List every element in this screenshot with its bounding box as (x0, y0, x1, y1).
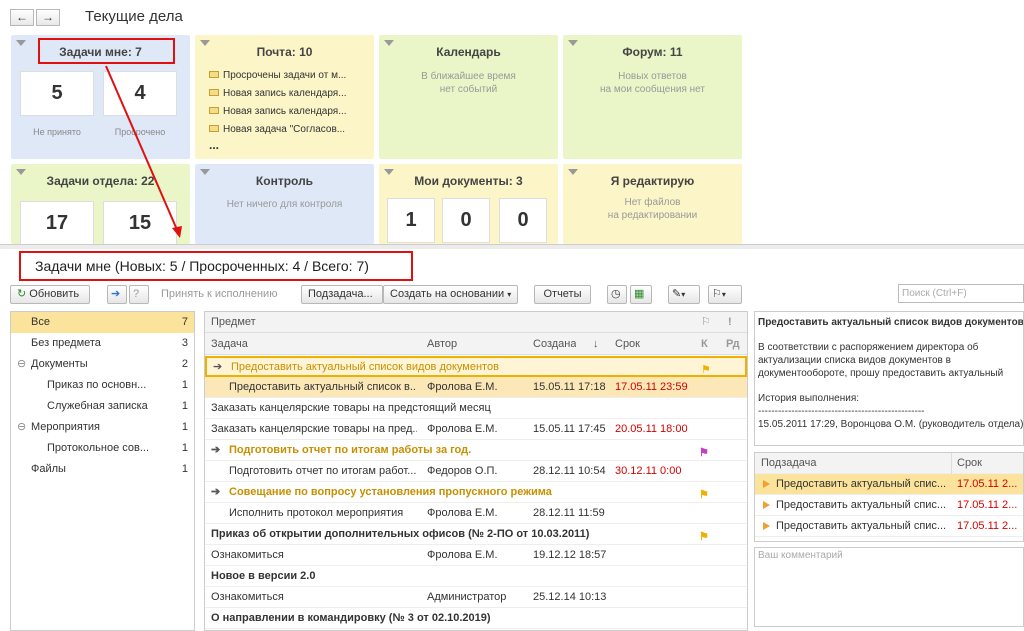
tree-item-protocol[interactable]: Протокольное сов... 1 (11, 438, 194, 459)
detail-title: Предоставить актуальный список видов док… (758, 317, 1024, 328)
reports-button[interactable]: Отчеты (534, 285, 591, 304)
comment-input[interactable]: Ваш комментарий (754, 547, 1024, 627)
flag-column-icon: ⚐ (701, 316, 711, 328)
spreadsheet-icon: ▦ (634, 288, 645, 300)
table-row-group[interactable]: О направлении в командировку (№ 3 от 02.… (205, 608, 747, 629)
table-row-group[interactable]: Заказать канцелярские товары на предстоя… (205, 398, 747, 419)
subtask-row[interactable]: Предоставить актуальный спис... 17.05.11… (755, 495, 1023, 516)
category-tree: Все 7 Без предмета 3 ⊖ Документы 2 Приказ по… (10, 311, 195, 631)
flag-yellow-icon: ⚑ (699, 489, 709, 501)
question-icon: ? (133, 288, 140, 300)
panel-splitter[interactable] (0, 244, 1024, 249)
tree-item-all[interactable]: Все 7 (11, 312, 194, 333)
accept-button[interactable]: Принять к исполнению (154, 285, 284, 304)
tree-item-events[interactable]: ⊖ Мероприятия 1 (11, 417, 194, 438)
arrow-right-icon: ➔ (213, 361, 223, 373)
subtask-arrow-icon (763, 522, 770, 530)
subtask-button[interactable]: Подзадача... (301, 285, 383, 304)
table-row-group[interactable]: Приказ об открытии дополнительных офисов… (205, 524, 747, 545)
annotation-arrow-head (172, 226, 182, 238)
collapse-toggle-icon[interactable]: ⊖ (17, 354, 26, 375)
search-input[interactable]: Поиск (Ctrl+F) (898, 284, 1024, 303)
flag-yellow-icon: ⚑ (699, 531, 709, 543)
chevron-down-icon: ▾ (681, 290, 686, 299)
tree-item-files[interactable]: Файлы 1 (11, 459, 194, 480)
column-k[interactable]: К (701, 333, 708, 355)
refresh-icon: ↻ (17, 288, 27, 300)
subtask-arrow-icon (763, 480, 770, 488)
column-subject[interactable]: Предмет (211, 312, 256, 333)
chevron-down-icon: ▾ (721, 290, 726, 299)
history-entry: 15.05.2011 17:29, Воронцова О.М. (руково… (758, 419, 1024, 430)
flag-icon: ⚐ (712, 288, 722, 300)
subtask-arrow-icon (763, 501, 770, 509)
detail-text: В соответствии с распоряжением директора… (758, 342, 1004, 379)
flag-purple-icon: ⚑ (699, 447, 709, 459)
history-label: История выполнения: (758, 393, 860, 404)
important-column-icon: ! (728, 316, 732, 328)
attach-button[interactable]: ✎▾ (668, 285, 700, 304)
table-row[interactable]: Ознакомиться Администратор 25.12.14 10:1… (205, 587, 747, 608)
tree-item-order[interactable]: Приказ по основн... 1 (11, 375, 194, 396)
refresh-button[interactable]: ↻ Обновить (10, 285, 90, 304)
flag-yellow-icon: ⚑ (701, 364, 711, 376)
chevron-down-icon: ▾ (507, 290, 512, 299)
arrow-right-icon: ➔ (211, 444, 221, 456)
subtask-row[interactable]: Предоставить актуальный спис... 17.05.11… (755, 516, 1023, 537)
subtask-row[interactable]: Предоставить актуальный спис... 17.05.11… (755, 474, 1023, 495)
table-row[interactable]: Подготовить отчет по итогам работ... Фед… (205, 461, 747, 482)
paperclip-icon: ✎ (672, 288, 682, 300)
tree-item-memo[interactable]: Служебная записка 1 (11, 396, 194, 417)
collapse-toggle-icon[interactable]: ⊖ (17, 417, 26, 438)
table-header: Задача Автор Создана ↓ Срок К Рд (205, 333, 747, 355)
history-separator: ----------------------------------------… (758, 406, 925, 417)
column-author[interactable]: Автор (427, 333, 457, 355)
table-row-group[interactable]: Новое в версии 2.0 (205, 566, 747, 587)
arrow-right-blue-icon: ➔ (111, 288, 121, 300)
column-subtask[interactable]: Подзадача (761, 453, 817, 474)
table-row[interactable]: Исполнить протокол мероприятия Фролова Е… (205, 503, 747, 524)
task-detail-panel: Предоставить актуальный список видов док… (754, 311, 1024, 446)
tasks-table: Предмет ⚐ ! Задача Автор Создана ↓ Срок … (204, 311, 748, 631)
table-row[interactable]: Предоставить актуальный список в... Фрол… (205, 377, 747, 398)
column-created[interactable]: Создана (533, 333, 576, 355)
subtasks-header: Подзадача Срок (755, 453, 1023, 474)
arrow-right-icon: ➔ (211, 486, 221, 498)
sort-desc-icon[interactable]: ↓ (593, 333, 599, 355)
section-title: Задачи мне (Новых: 5 / Просроченных: 4 /… (35, 258, 369, 274)
tree-item-no-subject[interactable]: Без предмета 3 (11, 333, 194, 354)
column-due[interactable]: Срок (615, 333, 640, 355)
subtasks-table: Подзадача Срок Предоставить актуальный с… (754, 452, 1024, 542)
open-button[interactable]: ➔ (107, 285, 127, 304)
tree-item-documents[interactable]: ⊖ Документы 2 (11, 354, 194, 375)
annotation-arrow-line (105, 65, 179, 233)
column-task[interactable]: Задача (211, 333, 248, 355)
column-subtask-due[interactable]: Срок (957, 453, 982, 474)
column-rd[interactable]: Рд (726, 333, 740, 355)
table-row-group[interactable]: ➔ Совещание по вопросу установления проп… (205, 482, 747, 503)
table-row[interactable]: Ознакомиться Фролова Е.М. 19.12.12 18:57 (205, 545, 747, 566)
spreadsheet-button[interactable]: ▦ (630, 285, 652, 304)
table-row[interactable]: Заказать канцелярские товары на пред... … (205, 419, 747, 440)
flag-menu-button[interactable]: ⚐▾ (708, 285, 742, 304)
clock-button[interactable]: ◷ (607, 285, 627, 304)
table-row-group[interactable]: ➔ Предоставить актуальный список видов д… (205, 356, 747, 377)
table-row-group[interactable]: ➔ Подготовить отчет по итогам работы за … (205, 440, 747, 461)
help-button[interactable]: ? (129, 285, 149, 304)
create-based-button[interactable]: Создать на основании ▾ (383, 285, 518, 304)
table-header-subject: Предмет ⚐ ! (205, 312, 747, 333)
clock-icon: ◷ (611, 288, 621, 300)
